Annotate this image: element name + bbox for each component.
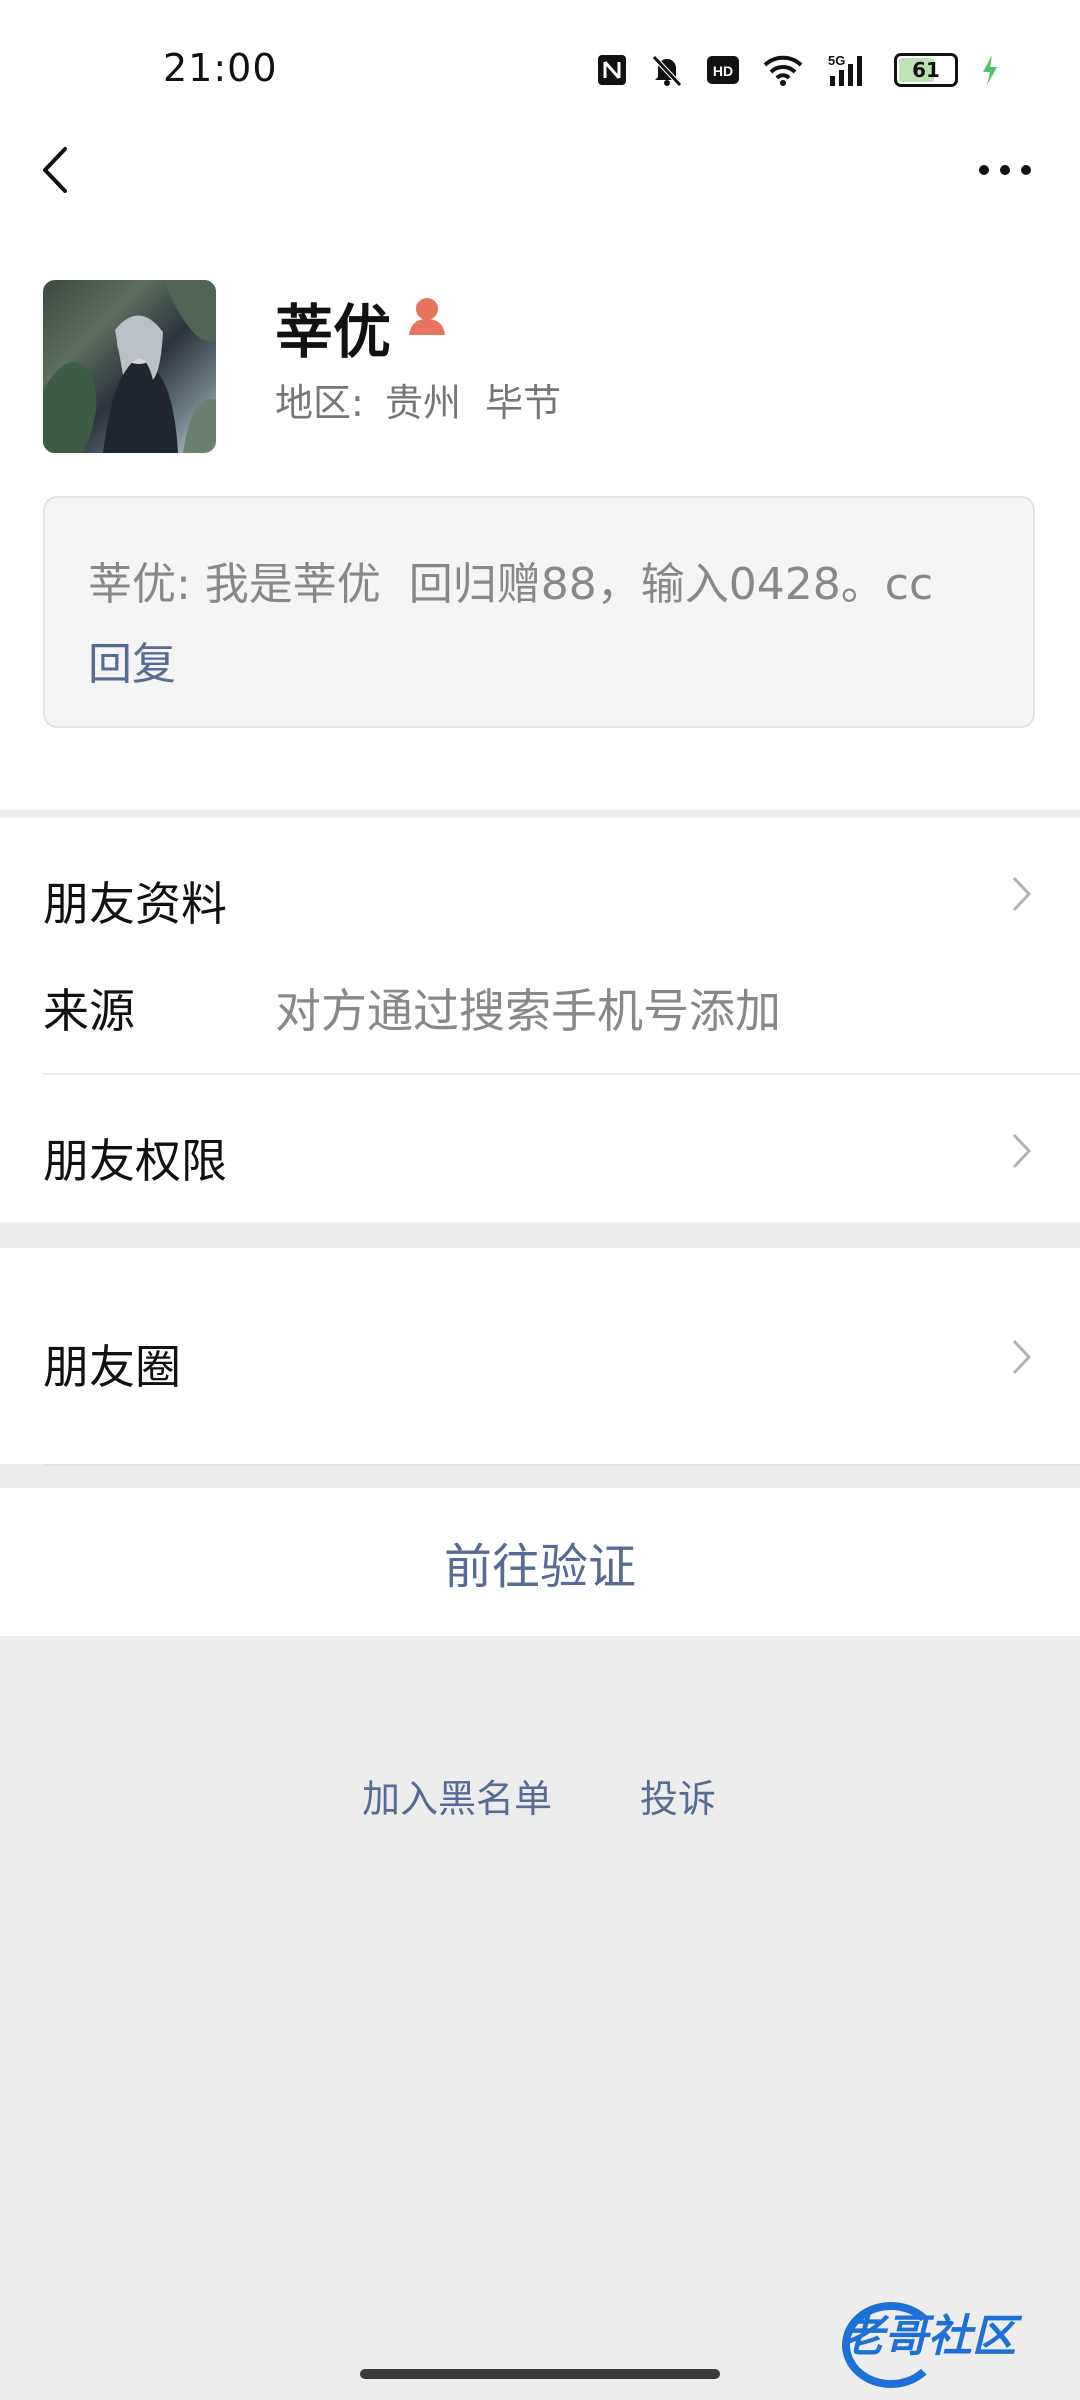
region-label: 地区:: [275, 381, 364, 425]
wifi-icon: [762, 52, 804, 88]
female-gender-icon: [402, 290, 452, 340]
avatar-image: [43, 280, 216, 453]
status-icons: HD 5G 61: [596, 52, 1000, 88]
verification-message-box: [43, 496, 1035, 728]
svg-text:HD: HD: [713, 63, 733, 79]
nfc-icon: [596, 52, 628, 88]
back-button[interactable]: [30, 145, 80, 195]
reply-link[interactable]: 回复: [88, 628, 176, 692]
blacklist-link[interactable]: 加入黑名单: [362, 1768, 552, 1823]
friend-profile-label: 朋友资料: [43, 877, 227, 931]
avatar[interactable]: [43, 280, 216, 453]
chevron-right-icon: [1002, 1131, 1042, 1171]
charging-icon: [980, 52, 1000, 88]
verify-button[interactable]: 前往验证: [0, 1488, 1080, 1636]
more-options-button[interactable]: [970, 150, 1040, 190]
watermark-text: 老哥社区: [840, 2311, 1016, 2362]
battery-icon: 61: [894, 52, 958, 88]
moments-label: 朋友圈: [43, 1340, 181, 1394]
region-value: 贵州 毕节: [385, 381, 562, 425]
divider: [43, 1464, 1080, 1466]
source-label: 来源: [43, 984, 135, 1038]
verify-label: 前往验证: [443, 1539, 636, 1595]
source-value: 对方通过搜索手机号添加: [275, 984, 781, 1038]
contact-name: 莘优: [275, 298, 392, 366]
5g-signal-icon: 5G: [826, 52, 872, 88]
more-dots-icon: [979, 165, 1031, 175]
chevron-right-icon: [1002, 1337, 1042, 1377]
battery-level: 61: [912, 58, 940, 82]
svg-text:5G: 5G: [828, 53, 845, 68]
mute-icon: [650, 52, 684, 88]
report-link[interactable]: 投诉: [640, 1768, 716, 1823]
friend-permissions-label: 朋友权限: [43, 1134, 227, 1188]
hd-icon: HD: [706, 52, 740, 88]
status-time: 21:00: [163, 46, 278, 90]
verification-message-text: 莘优: 我是莘优 回归赠88，输入0428。cc: [88, 559, 934, 610]
back-arrow-icon: [43, 147, 67, 193]
home-indicator[interactable]: [360, 2369, 720, 2379]
chevron-right-icon: [1002, 874, 1042, 914]
